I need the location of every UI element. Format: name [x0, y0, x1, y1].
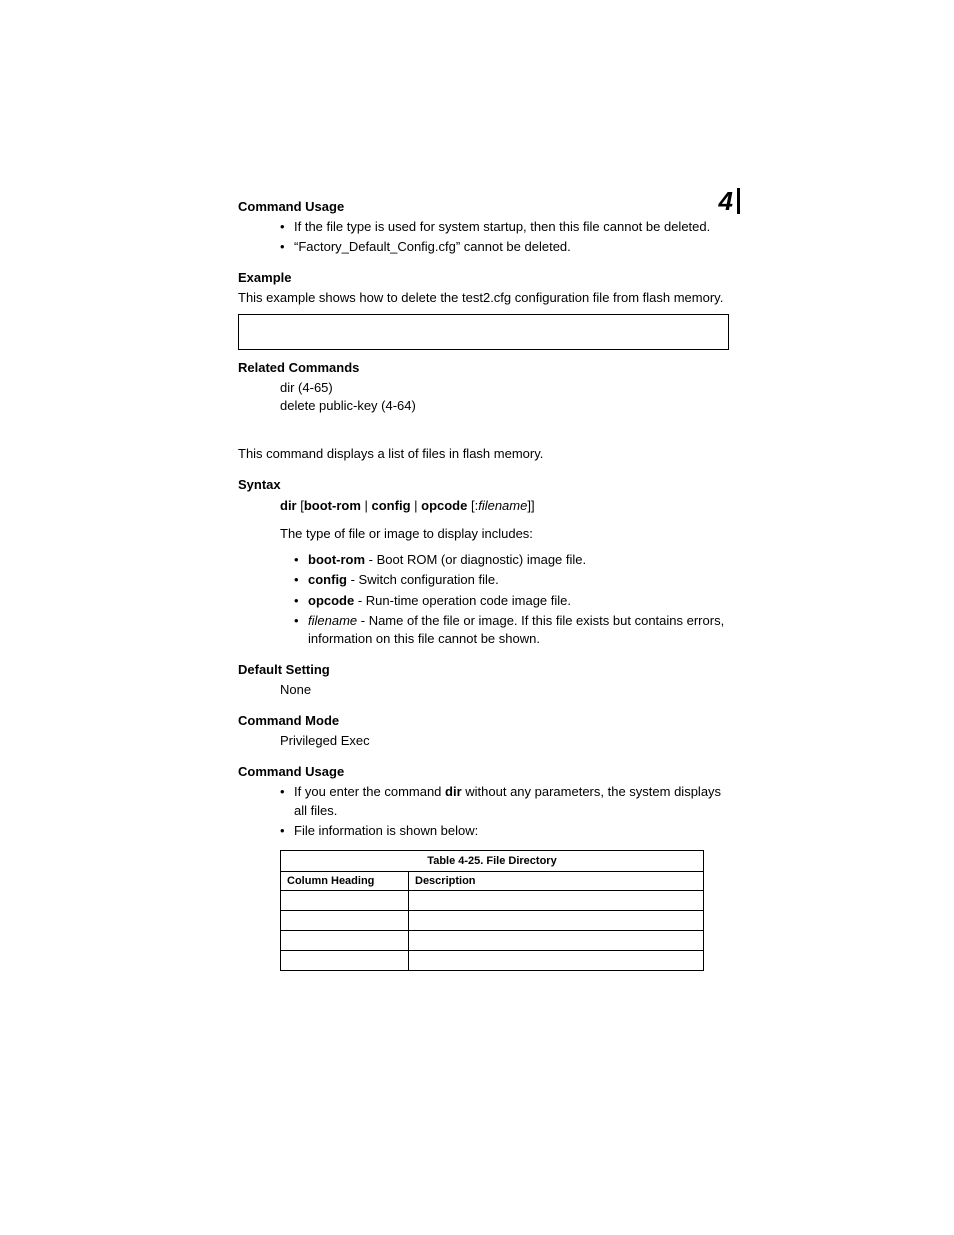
- heading-command-mode: Command Mode: [238, 713, 729, 728]
- list-item: File information is shown below:: [280, 822, 729, 840]
- syntax-bracket: [: [297, 498, 304, 513]
- table-header: Column Heading: [281, 872, 409, 891]
- syntax-part: config: [372, 498, 411, 513]
- list-item: boot-rom - Boot ROM (or diagnostic) imag…: [294, 551, 729, 569]
- heading-related-commands: Related Commands: [238, 360, 729, 375]
- syntax-bracket: ]]: [527, 498, 534, 513]
- option-name-italic: filename: [308, 613, 357, 628]
- heading-command-usage-1: Command Usage: [238, 199, 729, 214]
- file-directory-table: Column Heading Description: [280, 871, 704, 971]
- heading-syntax: Syntax: [238, 477, 729, 492]
- option-name: boot-rom: [308, 552, 365, 567]
- table-wrapper: Table 4-25. File Directory Column Headin…: [280, 850, 729, 971]
- example-text: This example shows how to delete the tes…: [238, 289, 729, 307]
- cu2-bullet1-pre: If you enter the command: [294, 784, 445, 799]
- table-row: [281, 891, 704, 911]
- syntax-type-intro: The type of file or image to display inc…: [238, 524, 729, 544]
- table-header-row: Column Heading Description: [281, 872, 704, 891]
- table-row: [281, 951, 704, 971]
- syntax-sep: |: [411, 498, 422, 513]
- document-page: 4 Command Usage If the file type is used…: [0, 0, 954, 971]
- syntax-part: boot-rom: [304, 498, 361, 513]
- option-name: config: [308, 572, 347, 587]
- option-name: opcode: [308, 593, 354, 608]
- table-cell: [409, 951, 704, 971]
- option-desc: - Switch configuration file.: [347, 572, 499, 587]
- example-code-box: [238, 314, 729, 350]
- list-item: opcode - Run-time operation code image f…: [294, 592, 729, 610]
- command-mode-value: Privileged Exec: [238, 732, 729, 750]
- table-cell: [409, 911, 704, 931]
- table-row: [281, 911, 704, 931]
- related-commands-block: dir (4-65) delete public-key (4-64): [238, 379, 729, 415]
- list-item: If the file type is used for system star…: [280, 218, 729, 236]
- command-usage-2-list: If you enter the command dir without any…: [238, 783, 729, 840]
- list-item: “Factory_Default_Config.cfg” cannot be d…: [280, 238, 729, 256]
- list-item: config - Switch configuration file.: [294, 571, 729, 589]
- table-header: Description: [409, 872, 704, 891]
- option-desc: - Boot ROM (or diagnostic) image file.: [365, 552, 586, 567]
- default-setting-value: None: [238, 681, 729, 699]
- table-cell: [409, 931, 704, 951]
- option-desc: - Name of the file or image. If this fil…: [308, 613, 724, 646]
- chapter-number: 4: [719, 188, 740, 214]
- syntax-part: dir: [280, 498, 297, 513]
- list-item: If you enter the command dir without any…: [280, 783, 729, 819]
- list-item: filename - Name of the file or image. If…: [294, 612, 729, 648]
- table-cell: [281, 891, 409, 911]
- table-cell: [281, 951, 409, 971]
- related-command-line: delete public-key (4-64): [280, 397, 729, 415]
- heading-command-usage-2: Command Usage: [238, 764, 729, 779]
- command-usage-1-list: If the file type is used for system star…: [238, 218, 729, 256]
- table-cell: [281, 931, 409, 951]
- cu2-bullet1-bold: dir: [445, 784, 462, 799]
- syntax-sep: |: [361, 498, 372, 513]
- heading-example: Example: [238, 270, 729, 285]
- command-description: This command displays a list of files in…: [238, 445, 729, 463]
- table-cell: [281, 911, 409, 931]
- syntax-command: dir [boot-rom | config | opcode [:filena…: [238, 496, 729, 516]
- option-desc: - Run-time operation code image file.: [354, 593, 571, 608]
- syntax-options-list: boot-rom - Boot ROM (or diagnostic) imag…: [238, 551, 729, 648]
- table-cell: [409, 891, 704, 911]
- syntax-bracket: [:: [467, 498, 478, 513]
- table-row: [281, 931, 704, 951]
- syntax-filename: filename: [478, 498, 527, 513]
- syntax-part: opcode: [421, 498, 467, 513]
- heading-default-setting: Default Setting: [238, 662, 729, 677]
- table-title: Table 4-25. File Directory: [280, 850, 704, 871]
- related-command-line: dir (4-65): [280, 379, 729, 397]
